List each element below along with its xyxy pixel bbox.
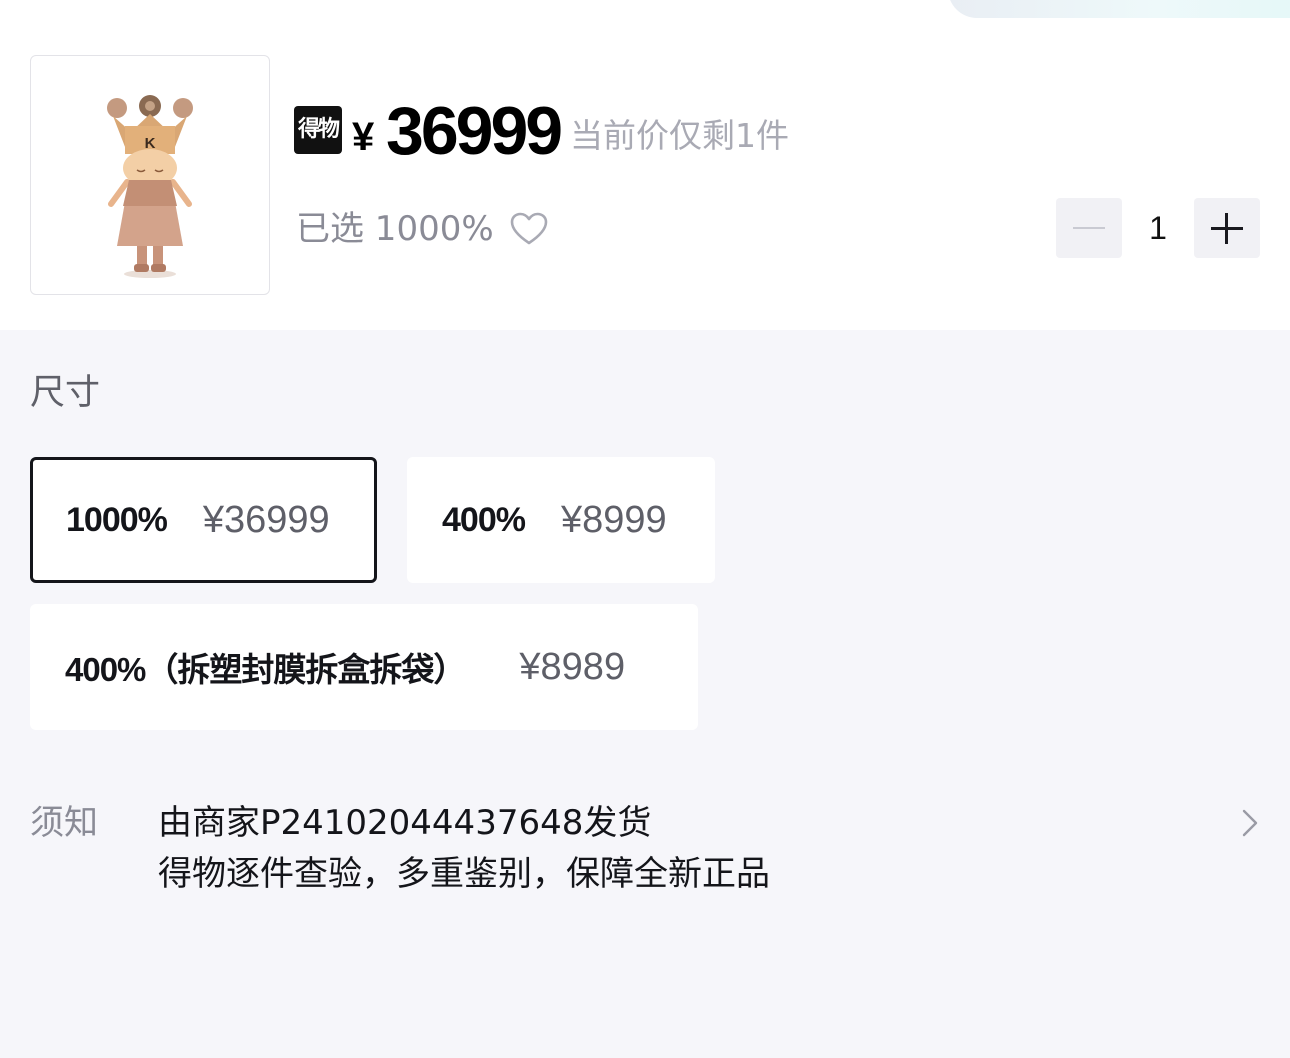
figure-with-crown-image: K [107, 95, 193, 278]
option-price: ¥8989 [519, 645, 626, 688]
option-size: 1000% [66, 500, 168, 539]
currency-symbol: ¥ [352, 115, 375, 159]
quantity-minus-button[interactable] [1056, 198, 1122, 258]
price-value: 36999 [386, 93, 563, 169]
size-section-label: 尺寸 [30, 373, 101, 413]
product-header: K 得物 ¥ 36999 当前价仅剩1件 已选 1000% 1 [0, 0, 1290, 330]
selected-text: 已选 1000% [296, 209, 494, 249]
quantity-value: 1 [1149, 210, 1167, 246]
option-price: ¥36999 [202, 498, 330, 541]
dewu-logo: 得物 [294, 106, 342, 154]
price-note: 当前价仅剩1件 [570, 116, 789, 155]
size-option-1000[interactable]: 1000% ¥36999 [30, 457, 377, 583]
chevron-right-icon[interactable] [1240, 808, 1260, 838]
size-option-400[interactable]: 400% ¥8999 [407, 457, 715, 583]
notice-guarantee-text: 得物逐件查验，多重鉴别，保障全新正品 [158, 854, 770, 894]
option-price: ¥8999 [560, 498, 667, 541]
option-size: 400%（拆塑封膜拆盒拆袋） [65, 651, 466, 688]
selected-summary: 已选 1000% [296, 205, 548, 253]
notice-label: 须知 [30, 803, 98, 843]
heart-icon[interactable] [510, 212, 548, 246]
top-banner-pill [948, 0, 1290, 18]
size-option-400-unsealed[interactable]: 400%（拆塑封膜拆盒拆袋） ¥8989 [30, 604, 698, 730]
quantity-plus-button[interactable] [1194, 198, 1260, 258]
product-thumbnail[interactable]: K [30, 55, 270, 295]
option-size: 400% [442, 500, 526, 539]
notice-seller-text[interactable]: 由商家P24102044437648发货 [158, 800, 651, 846]
